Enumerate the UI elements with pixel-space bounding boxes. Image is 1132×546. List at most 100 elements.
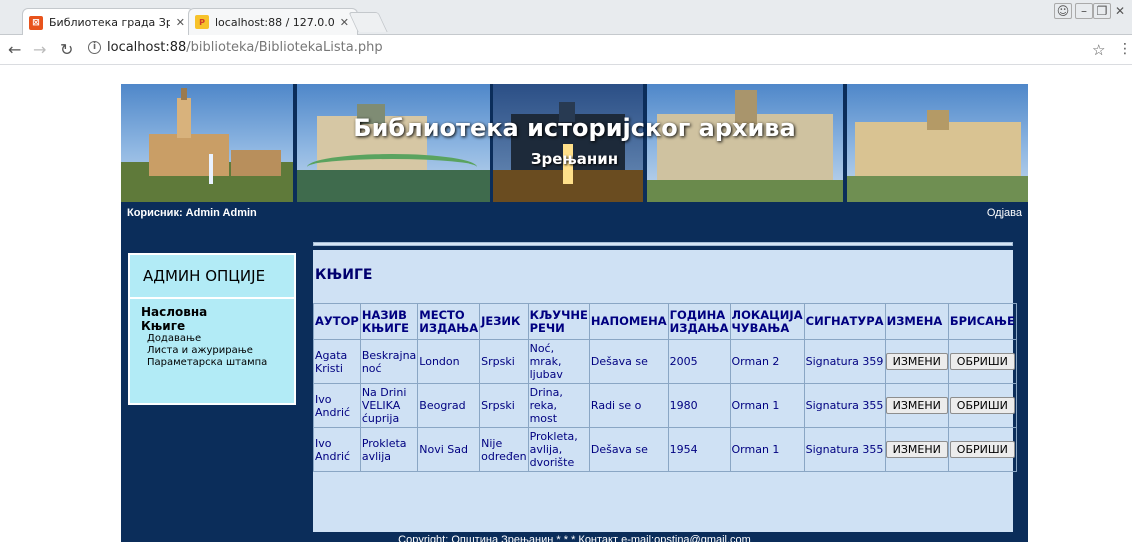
edit-button[interactable]: ИЗМЕНИ (885, 353, 948, 370)
sidebar-item-books[interactable]: Књиге (141, 319, 294, 333)
books-heading: КЊИГЕ (315, 267, 373, 283)
forward-arrow-icon[interactable]: → (33, 40, 46, 59)
delete-cell: ОБРИШИ (947, 383, 1017, 428)
column-header: ЈЕЗИК (479, 303, 529, 340)
note-cell: Dešava se (588, 427, 669, 472)
phpmyadmin-favicon-icon: P (195, 15, 209, 29)
table-row: Ivo Andrić Na Drini VELIKA ćuprija Beogr… (313, 383, 1017, 428)
minimize-icon[interactable]: – (1075, 3, 1093, 19)
user-bar: Корисник: Admin Admin Одјава (121, 204, 1028, 222)
delete-button[interactable]: ОБРИШИ (949, 441, 1015, 458)
url-path: /biblioteka/BibliotekaLista.php (186, 40, 383, 55)
banner-photo-church (121, 84, 293, 202)
close-tab-icon[interactable]: ✕ (340, 16, 349, 29)
back-arrow-icon[interactable]: ← (8, 40, 21, 59)
tab-title: Библиотека града Зрењ (49, 16, 170, 29)
place-cell: Novi Sad (417, 427, 481, 472)
edit-cell: ИЗМЕНИ (884, 383, 949, 428)
sidebar-item-list-update[interactable]: Листа и ажурирање (141, 345, 294, 357)
year-cell: 1980 (667, 383, 731, 428)
delete-button[interactable]: ОБРИШИ (949, 353, 1015, 370)
footer-copyright: Copyright: Општина Зрењанин * * * Контак… (398, 534, 751, 546)
admin-sidebar: АДМИН ОПЦИЈЕ Насловна Књиге Додавање Лис… (128, 253, 296, 405)
banner-photo-bridge (297, 84, 490, 202)
location-cell: Orman 1 (729, 383, 805, 428)
column-header: ЛОКАЦИЈА ЧУВАЊА (729, 303, 805, 340)
delete-button[interactable]: ОБРИШИ (949, 397, 1015, 414)
browser-tab-phpmyadmin[interactable]: P localhost:88 / 127.0.0.1 / ✕ (188, 8, 358, 35)
close-tab-icon[interactable]: ✕ (176, 16, 185, 29)
language-cell: Srpski (479, 339, 529, 384)
edit-cell: ИЗМЕНИ (884, 427, 949, 472)
address-bar: ← → ↻ i localhost:88 /biblioteka/Bibliot… (0, 35, 1132, 65)
edit-cell: ИЗМЕНИ (884, 339, 949, 384)
title-cell: Prokleta avlija (359, 427, 419, 472)
browser-menu-icon[interactable]: ⋮ (1118, 41, 1132, 57)
bookmark-star-icon[interactable]: ☆ (1092, 41, 1105, 59)
browser-tab-strip: ⊠ Библиотека града Зрењ ✕ P localhost:88… (0, 0, 1132, 36)
header-banner: Библиотека историјског архива Зрењанин (121, 84, 1028, 202)
signature-cell: Signatura 359 (803, 339, 886, 384)
browser-tab-library[interactable]: ⊠ Библиотека града Зрењ ✕ (22, 8, 194, 36)
window-close-icon[interactable]: ✕ (1111, 3, 1129, 19)
column-header: НАПОМЕНА (588, 303, 669, 340)
language-cell: Nije određen (479, 427, 529, 472)
sidebar-heading: АДМИН ОПЦИЈЕ (130, 255, 294, 299)
edit-button[interactable]: ИЗМЕНИ (885, 441, 948, 458)
banner-photo-fountain (493, 84, 643, 202)
column-header: АУТОР (313, 303, 361, 340)
books-panel: КЊИГЕ АУТОР НАЗИВ КЊИГЕ МЕСТО ИЗДАЊА ЈЕЗ… (313, 250, 1017, 532)
url-host: localhost:88 (107, 40, 187, 55)
banner-photo-palace (847, 84, 1028, 202)
author-cell: Agata Kristi (313, 339, 361, 384)
keywords-cell: Noć, mrak, ljubav (527, 339, 590, 384)
books-table: АУТОР НАЗИВ КЊИГЕ МЕСТО ИЗДАЊА ЈЕЗИК КЉУ… (313, 303, 1017, 472)
sidebar-item-home[interactable]: Насловна (141, 305, 294, 319)
language-cell: Srpski (479, 383, 529, 428)
place-cell: Beograd (417, 383, 481, 428)
location-cell: Orman 2 (729, 339, 805, 384)
column-header: МЕСТО ИЗДАЊА (417, 303, 481, 340)
column-header: НАЗИВ КЊИГЕ (359, 303, 419, 340)
column-header: СИГНАТУРА (803, 303, 886, 340)
location-cell: Orman 1 (729, 427, 805, 472)
table-header-row: АУТОР НАЗИВ КЊИГЕ МЕСТО ИЗДАЊА ЈЕЗИК КЉУ… (313, 303, 1017, 340)
place-cell: London (417, 339, 481, 384)
site-title: Библиотека историјског архива (353, 114, 796, 142)
edit-button[interactable]: ИЗМЕНИ (885, 397, 948, 414)
sidebar-menu: Насловна Књиге Додавање Листа и ажурирањ… (130, 299, 294, 369)
author-cell: Ivo Andrić (313, 427, 361, 472)
keywords-cell: Prokleta, avlija, dvorište (527, 427, 590, 472)
url-field[interactable]: i localhost:88 /biblioteka/BibliotekaLis… (88, 40, 383, 55)
reload-icon[interactable]: ↻ (60, 40, 73, 59)
maximize-icon[interactable]: ❐ (1093, 3, 1111, 19)
profile-icon[interactable]: ☺ (1054, 3, 1072, 19)
note-cell: Dešava se (588, 339, 669, 384)
delete-cell: ОБРИШИ (947, 339, 1017, 384)
info-icon[interactable]: i (88, 41, 101, 54)
column-header: БРИСАЊЕ (947, 303, 1017, 340)
site-favicon-icon: ⊠ (29, 15, 43, 30)
title-cell: Beskrajna noć (359, 339, 419, 384)
title-cell: Na Drini VELIKA ćuprija (359, 383, 419, 428)
tab-title: localhost:88 / 127.0.0.1 / (215, 15, 334, 29)
sidebar-item-add[interactable]: Додавање (141, 333, 294, 345)
sidebar-item-parametric-print[interactable]: Параметарска штампа (141, 357, 294, 369)
year-cell: 2005 (667, 339, 731, 384)
table-row: Ivo Andrić Prokleta avlija Novi Sad Nije… (313, 427, 1017, 472)
logout-link[interactable]: Одјава (987, 207, 1022, 219)
year-cell: 1954 (667, 427, 731, 472)
site-subtitle: Зрењанин (530, 150, 619, 168)
signature-cell: Signatura 355 (803, 427, 886, 472)
content-divider (313, 242, 1013, 246)
table-row: Agata Kristi Beskrajna noć London Srpski… (313, 339, 1017, 384)
signature-cell: Signatura 355 (803, 383, 886, 428)
banner-photo-townhall (647, 84, 843, 202)
page-container: Библиотека историјског архива Зрењанин К… (121, 84, 1028, 546)
column-header: ГОДИНА ИЗДАЊА (667, 303, 731, 340)
note-cell: Radi se o (588, 383, 669, 428)
user-label: Корисник: Admin Admin (127, 207, 257, 219)
column-header: ИЗМЕНА (884, 303, 949, 340)
keywords-cell: Drina, reka, most (527, 383, 590, 428)
column-header: КЉУЧНЕ РЕЧИ (527, 303, 590, 340)
